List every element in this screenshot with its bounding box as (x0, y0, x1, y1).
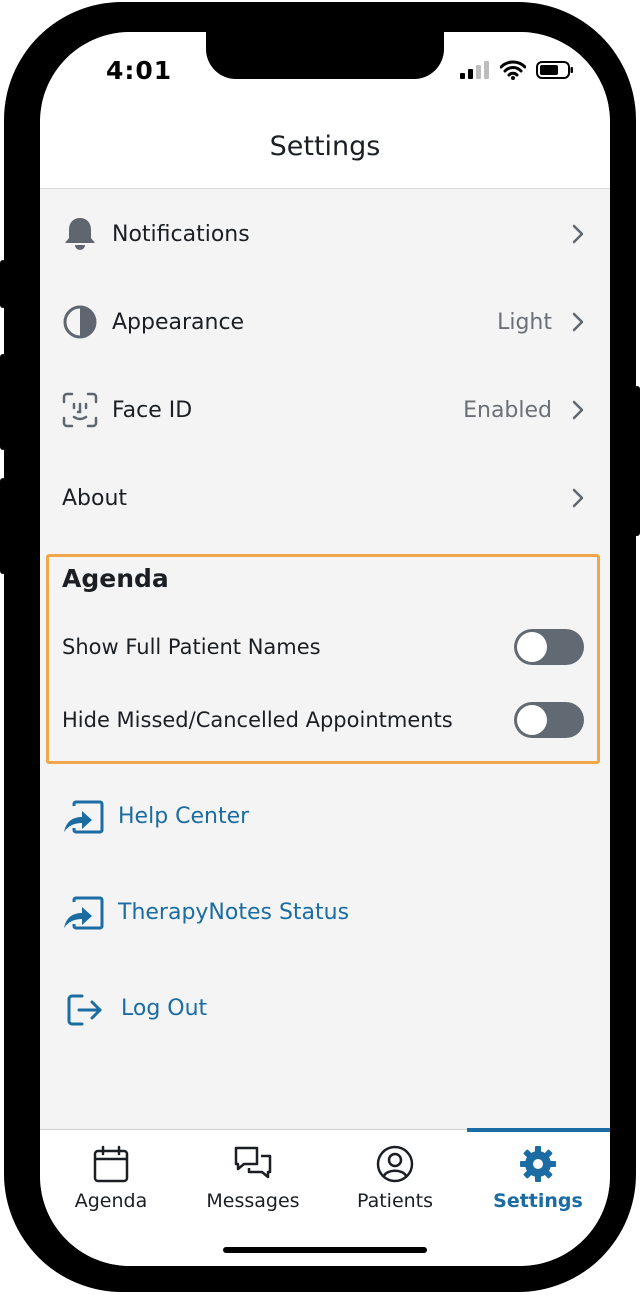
notch (206, 32, 444, 79)
toggle-knob (517, 632, 547, 662)
show-full-names-label: Show Full Patient Names (62, 635, 321, 659)
notifications-label: Notifications (112, 221, 250, 247)
tab-agenda[interactable]: Agenda (40, 1130, 182, 1230)
status-icons (460, 60, 574, 80)
log-out-label: Log Out (121, 996, 208, 1021)
tab-settings[interactable]: Settings (467, 1130, 609, 1230)
tab-patients[interactable]: Patients (324, 1130, 466, 1230)
logout-icon (67, 994, 102, 1026)
appearance-label: Appearance (112, 309, 245, 335)
show-full-names-toggle[interactable] (514, 629, 584, 665)
tab-bar: Agenda Messages Patients Settings (40, 1128, 610, 1266)
therapynotes-status-link[interactable]: TherapyNotes Status (40, 884, 610, 944)
tab-label: Patients (356, 1190, 434, 1212)
log-out-link[interactable]: Log Out (40, 980, 610, 1040)
calendar-icon (93, 1145, 129, 1183)
volume-up-button (0, 354, 6, 450)
face-id-label: Face ID (112, 397, 193, 423)
notifications-row[interactable]: Notifications (40, 190, 610, 278)
bell-icon (62, 216, 98, 252)
tab-label: Messages (206, 1190, 300, 1212)
hide-missed-label: Hide Missed/Cancelled Appointments (62, 708, 453, 732)
messages-icon (234, 1146, 272, 1179)
battery-icon (536, 61, 573, 79)
contrast-icon (62, 304, 98, 340)
chevron-right-icon (572, 312, 584, 332)
volume-down-button (0, 478, 6, 574)
help-center-link[interactable]: Help Center (40, 788, 610, 848)
help-center-label: Help Center (118, 804, 250, 829)
about-row[interactable]: About (40, 454, 610, 542)
wifi-icon (500, 60, 526, 80)
page-title: Settings (269, 131, 381, 162)
external-link-icon (64, 896, 104, 930)
tab-label: Settings (493, 1190, 583, 1212)
face-id-value: Enabled (463, 397, 552, 423)
power-button (634, 386, 640, 536)
chevron-right-icon (572, 488, 584, 508)
phone-frame: 4:01 Settings Notifications Appearance L… (0, 2, 640, 1292)
hide-missed-toggle[interactable] (514, 702, 584, 738)
external-link-icon (64, 800, 104, 834)
agenda-section-title: Agenda (62, 564, 169, 593)
chevron-right-icon (572, 224, 584, 244)
appearance-row[interactable]: Appearance Light (40, 278, 610, 366)
hide-missed-row: Hide Missed/Cancelled Appointments (40, 694, 610, 750)
signal-icon (460, 61, 489, 79)
therapynotes-status-label: TherapyNotes Status (118, 900, 350, 925)
status-time: 4:01 (106, 56, 173, 85)
about-label: About (62, 485, 128, 511)
tab-messages[interactable]: Messages (182, 1130, 324, 1230)
header: Settings (40, 122, 610, 189)
face-id-icon (62, 392, 98, 428)
chevron-right-icon (572, 400, 584, 420)
toggle-knob (517, 705, 547, 735)
home-indicator (223, 1247, 427, 1253)
appearance-value: Light (497, 309, 552, 335)
user-circle-icon (376, 1145, 414, 1183)
tab-label: Agenda (74, 1190, 148, 1212)
gear-icon (520, 1146, 556, 1182)
show-full-names-row: Show Full Patient Names (40, 621, 610, 677)
face-id-row[interactable]: Face ID Enabled (40, 366, 610, 454)
mute-switch (0, 260, 6, 308)
screen: 4:01 Settings Notifications Appearance L… (40, 32, 610, 1266)
